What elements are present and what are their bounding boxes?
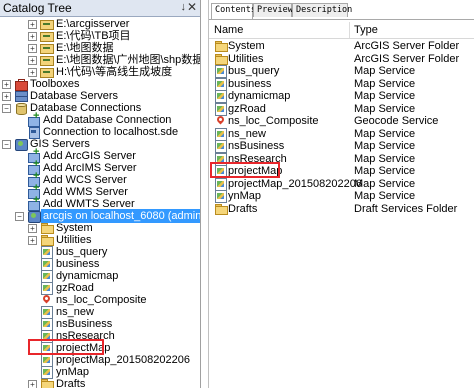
expand-icon[interactable]: + — [28, 20, 37, 29]
map-service-icon — [214, 190, 228, 203]
contents-grid-header: Name Type — [209, 22, 474, 39]
contents-row-type: Draft Services Folder — [354, 202, 458, 215]
tab-bar: Contents Preview Description — [209, 0, 474, 20]
contents-row-name: Drafts — [228, 202, 258, 215]
pin-icon[interactable]: ↓ — [181, 1, 187, 13]
column-divider[interactable] — [349, 22, 350, 38]
geocode-service-icon — [214, 115, 228, 127]
catalog-tree-title: Catalog Tree — [3, 1, 72, 15]
close-icon[interactable]: ✕ — [187, 0, 197, 14]
tab-preview[interactable]: Preview — [253, 3, 293, 17]
map-service-icon — [214, 77, 228, 91]
map-service-icon — [214, 165, 228, 178]
folder-icon — [214, 40, 228, 52]
expand-icon[interactable]: + — [28, 32, 37, 41]
catalog-tree-header: Catalog Tree ↓ ✕ — [0, 0, 200, 17]
folder-icon — [214, 203, 228, 215]
map-service-icon — [214, 102, 228, 116]
tree-item[interactable]: + Drafts — [0, 377, 200, 388]
map-service-icon — [214, 90, 228, 103]
folder-icon — [40, 378, 54, 388]
map-service-icon — [214, 140, 228, 153]
expand-icon[interactable]: + — [2, 80, 11, 89]
expand-icon[interactable]: + — [28, 236, 37, 245]
map-service-icon — [214, 152, 228, 166]
tab-contents[interactable]: Contents — [211, 3, 256, 19]
map-service-icon — [214, 127, 228, 141]
expand-icon[interactable]: + — [28, 44, 37, 53]
tab-description[interactable]: Description — [292, 3, 352, 17]
tree-item-label: Drafts — [56, 378, 86, 388]
catalog-tree-pane: Catalog Tree ↓ ✕ + E:\arcgisserver + E:\代码\… — [0, 0, 201, 388]
contents-pane: Contents Preview Description Name Type S… — [208, 0, 474, 388]
expand-icon[interactable]: + — [28, 224, 37, 233]
map-service-icon — [214, 65, 228, 78]
expand-icon[interactable]: + — [28, 56, 37, 65]
column-header-type[interactable]: Type — [354, 24, 378, 36]
column-header-name[interactable]: Name — [214, 24, 243, 36]
map-service-icon — [214, 177, 228, 191]
expand-icon[interactable]: + — [28, 380, 37, 388]
collapse-icon[interactable]: − — [2, 104, 11, 113]
collapse-icon[interactable]: − — [2, 140, 11, 149]
collapse-icon[interactable]: − — [15, 212, 24, 221]
contents-row[interactable]: Drafts Draft Services Folder — [209, 202, 474, 216]
expand-icon[interactable]: + — [28, 68, 37, 77]
expand-icon[interactable]: + — [2, 92, 11, 101]
folder-icon — [214, 53, 228, 65]
